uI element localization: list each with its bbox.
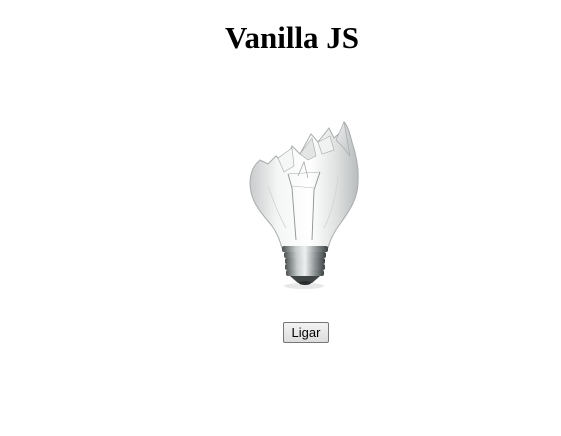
broken-light-bulb-icon <box>238 116 368 292</box>
page: Vanilla JS Ligar <box>0 0 561 436</box>
turn-on-button[interactable]: Ligar <box>283 322 329 343</box>
page-title: Vanilla JS <box>224 20 360 55</box>
